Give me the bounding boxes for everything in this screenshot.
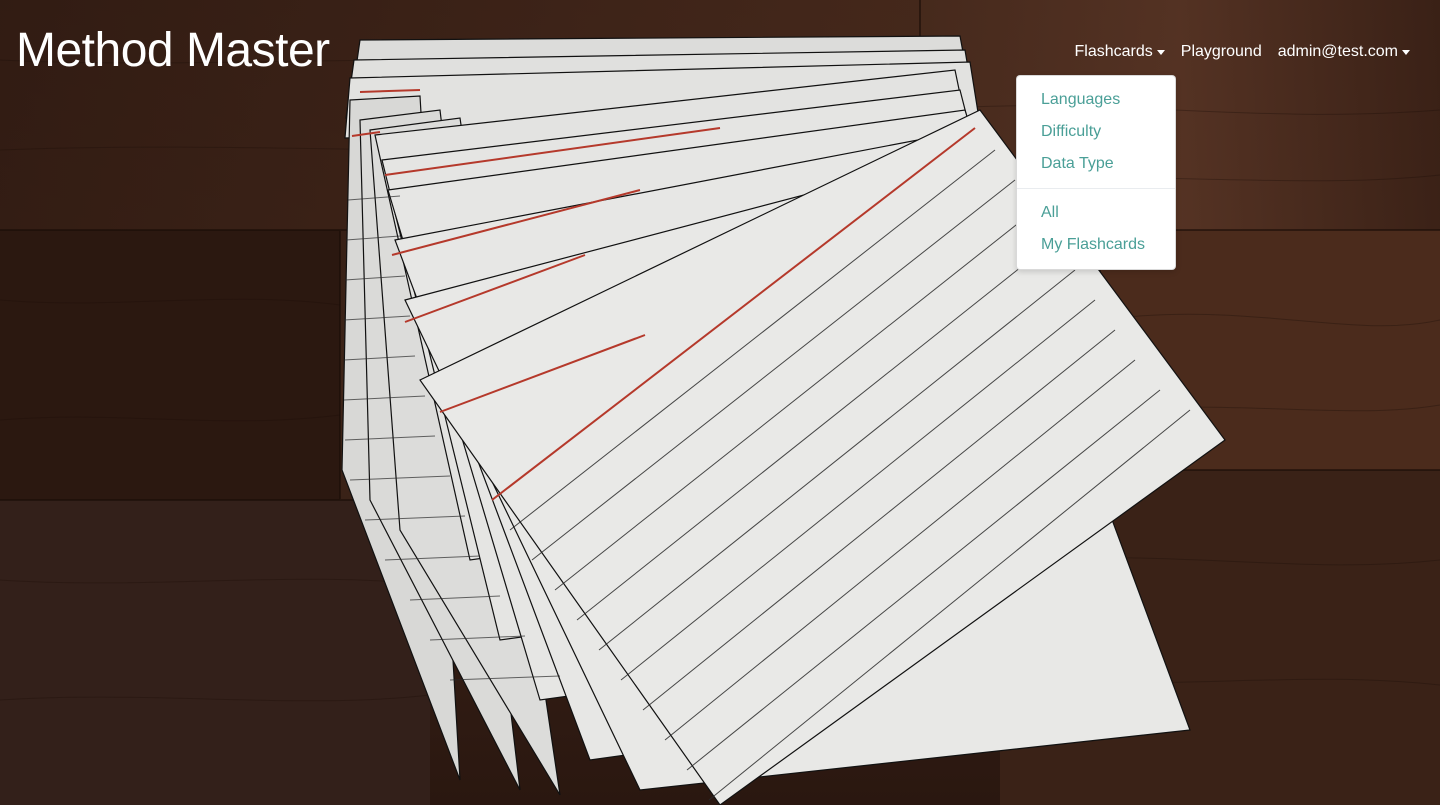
nav-links: Flashcards Playground admin@test.com <box>1067 40 1418 64</box>
navbar: Method Master Flashcards Playground admi… <box>0 0 1440 104</box>
page: Method Master Flashcards Playground admi… <box>0 0 1440 805</box>
caret-down-icon <box>1156 49 1165 55</box>
nav-flashcards-label: Flashcards <box>1074 43 1153 60</box>
brand-title[interactable]: Method Master <box>16 22 330 80</box>
nav-flashcards-dropdown-toggle[interactable]: Flashcards <box>1067 40 1173 64</box>
nav-user-label: admin@test.com <box>1277 43 1398 60</box>
caret-down-icon <box>1402 49 1410 55</box>
dropdown-item-all[interactable]: All <box>1017 197 1175 229</box>
dropdown-item-data-type[interactable]: Data Type <box>1017 148 1175 180</box>
dropdown-item-difficulty[interactable]: Difficulty <box>1017 116 1175 148</box>
nav-user-dropdown-toggle[interactable]: admin@test.com <box>1270 40 1418 64</box>
dropdown-divider <box>1017 188 1175 189</box>
dropdown-item-my-flashcards[interactable]: My Flashcards <box>1017 229 1175 261</box>
hero-background-image <box>0 0 1440 805</box>
nav-playground-link[interactable]: Playground <box>1173 40 1270 64</box>
flashcards-dropdown-menu: Languages Difficulty Data Type All My Fl… <box>1016 75 1176 270</box>
dropdown-item-languages[interactable]: Languages <box>1017 84 1175 116</box>
